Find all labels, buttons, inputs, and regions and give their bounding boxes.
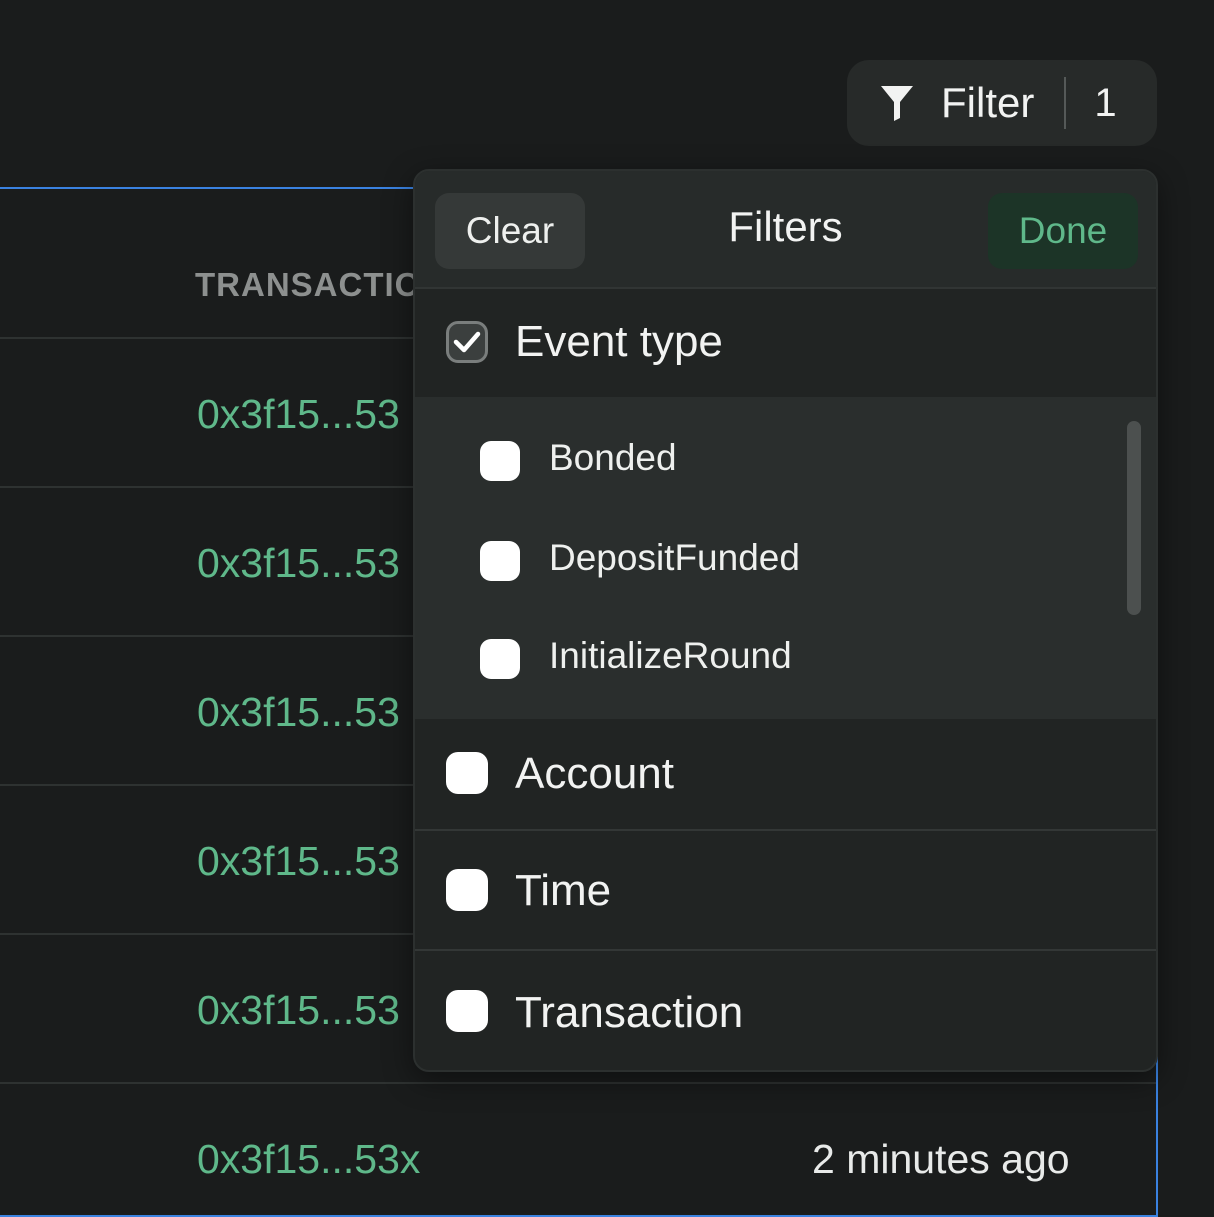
filters-popover: Filters Clear Done Event type Bonded Dep… (413, 169, 1158, 1072)
transaction-hash-link[interactable]: 0x3f15...53 (197, 689, 400, 736)
transaction-checkbox[interactable] (446, 990, 488, 1032)
option-label: InitializeRound (549, 635, 792, 676)
option-checkbox[interactable] (480, 441, 520, 481)
option-checkbox[interactable] (480, 639, 520, 679)
filter-icon (879, 83, 915, 123)
option-label: DepositFunded (549, 537, 800, 578)
option-initialize-round[interactable]: InitializeRound (415, 625, 1156, 695)
filter-transaction[interactable]: Transaction (415, 951, 1156, 1070)
popover-header: Filters Clear Done (415, 171, 1156, 289)
row-divider (0, 1082, 1156, 1084)
transaction-hash-link[interactable]: 0x3f15...53 (197, 987, 400, 1034)
account-checkbox[interactable] (446, 752, 488, 794)
transaction-hash-link[interactable]: 0x3f15...53 (197, 391, 400, 438)
option-checkbox[interactable] (480, 541, 520, 581)
time-label: Time (515, 866, 612, 915)
filter-button[interactable]: Filter 1 (847, 60, 1157, 146)
options-scrollbar[interactable] (1127, 421, 1141, 615)
filter-count-badge: 1 (1094, 80, 1117, 125)
filter-event-type[interactable]: Event type (415, 287, 1156, 397)
filter-button-separator (1064, 77, 1067, 129)
event-type-options: Bonded DepositFunded InitializeRound (415, 397, 1156, 719)
event-type-label: Event type (515, 317, 723, 366)
transaction-hash-link[interactable]: 0x3f15...53 (197, 838, 400, 885)
transaction-hash-link[interactable]: 0x3f15...53 (197, 540, 400, 587)
transaction-label: Transaction (515, 988, 744, 1037)
filter-button-label: Filter (941, 79, 1035, 126)
checkmark-icon (453, 331, 481, 353)
option-label: Bonded (549, 437, 677, 478)
event-time: 2 minutes ago (812, 1136, 1070, 1182)
option-deposit-funded[interactable]: DepositFunded (415, 527, 1156, 597)
filter-time[interactable]: Time (415, 831, 1156, 949)
account-label: Account (515, 749, 674, 798)
time-checkbox[interactable] (446, 869, 488, 911)
filter-account[interactable]: Account (415, 719, 1156, 829)
transaction-hash-link[interactable]: 0x3f15...53x (197, 1136, 420, 1183)
option-bonded[interactable]: Bonded (415, 427, 1156, 497)
clear-button[interactable]: Clear (435, 193, 585, 269)
column-header-transaction[interactable]: TRANSACTIO (195, 266, 421, 304)
event-type-checkbox[interactable] (446, 321, 488, 363)
done-button[interactable]: Done (988, 193, 1138, 269)
